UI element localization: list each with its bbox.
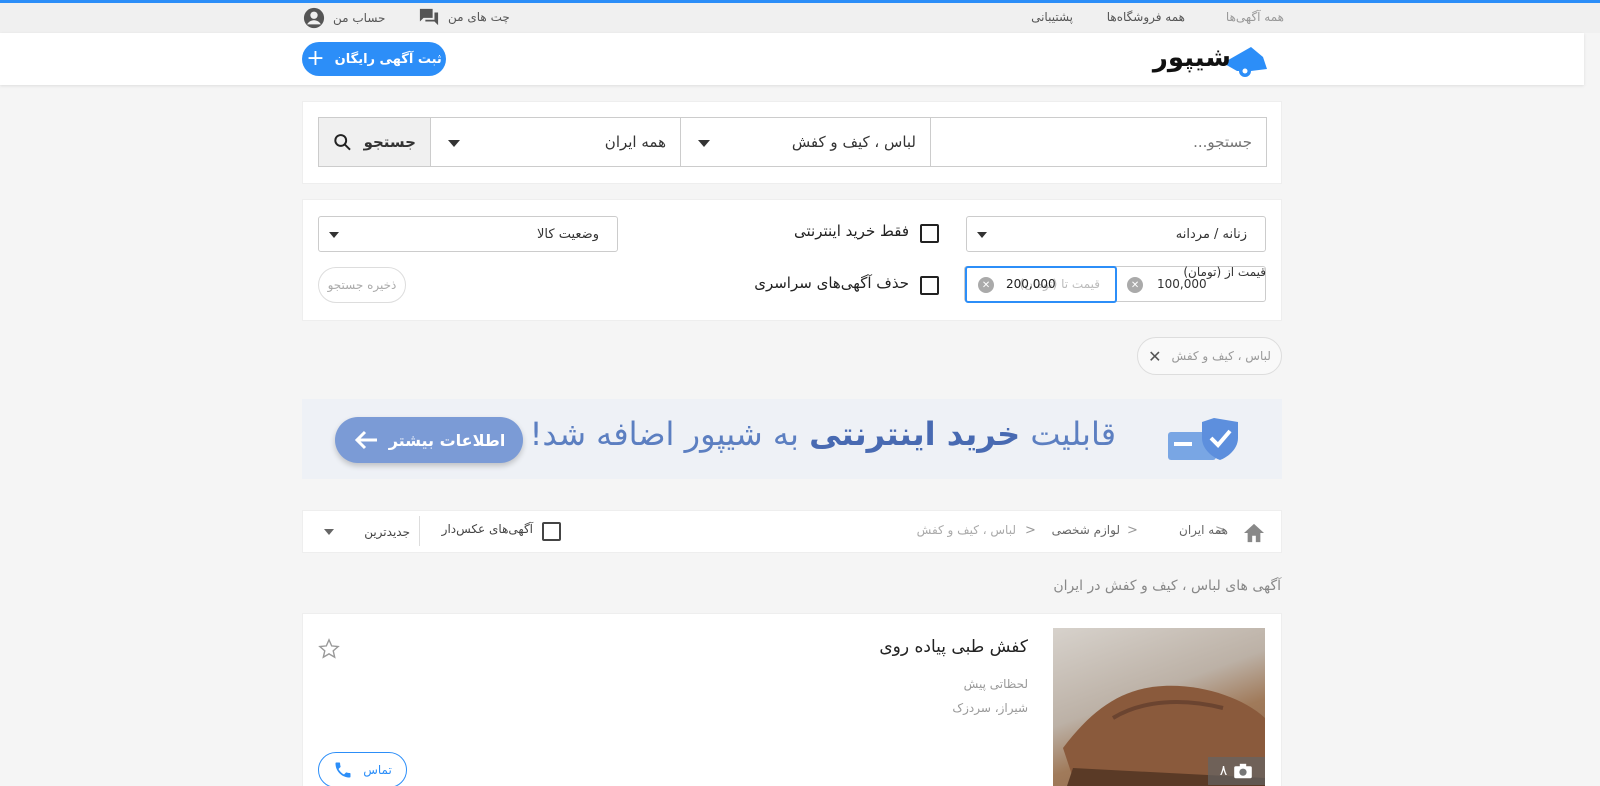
banner-text: قابلیت خرید اینترنتی به شیپور اضافه شد! (530, 415, 1116, 453)
remove-nationwide-label: حذف آگهی‌های سراسری (754, 274, 909, 292)
chats-link[interactable]: چت های من (418, 7, 510, 27)
plus-icon: + (306, 46, 325, 71)
search-button[interactable]: جستجو (318, 117, 431, 167)
clear-price-to-icon[interactable]: ✕ (978, 277, 994, 293)
listing-title[interactable]: کفش طبی پیاده روی (879, 637, 1028, 657)
support-link[interactable]: پشتیبانی (1031, 10, 1073, 24)
chevron-down-icon (448, 140, 460, 147)
camera-icon (1234, 763, 1253, 779)
remove-nationwide-checkbox[interactable] (920, 276, 939, 295)
breadcrumb-item[interactable]: همه ایران (1179, 523, 1228, 537)
all-ads-link[interactable]: همه آگهی‌ها (1226, 10, 1284, 24)
more-info-label: اطلاعات بیشتر (388, 430, 506, 450)
location-select[interactable]: همه ایران (430, 117, 681, 167)
shield-card-icon (1168, 418, 1238, 460)
banner-text-bold: خرید اینترنتی (809, 415, 1021, 453)
account-label: حساب من (333, 11, 386, 25)
contact-button[interactable]: تماس (318, 752, 407, 786)
all-stores-link[interactable]: همه فروشگاه‌ها (1107, 10, 1185, 24)
listing-time: لحظاتی پیش (963, 677, 1028, 691)
search-input[interactable] (930, 117, 1267, 167)
phone-icon (335, 762, 351, 778)
chat-icon (419, 8, 439, 26)
online-only-label: فقط خرید اینترنتی (793, 222, 909, 240)
condition-select[interactable]: وضعیت کالا (318, 216, 618, 252)
close-icon[interactable]: ✕ (1148, 347, 1161, 366)
arrow-left-icon (354, 430, 377, 450)
chevron-down-icon (324, 529, 334, 535)
photo-count-badge: ۸ (1208, 757, 1265, 785)
photo-count-value: ۸ (1219, 763, 1228, 779)
chevron-down-icon (698, 140, 710, 147)
gender-select[interactable]: زنانه / مردانه (966, 216, 1266, 252)
top-bar: همه آگهی‌ها همه فروشگاه‌ها پشتیبانی چت ه… (0, 3, 1600, 33)
price-to-value: 200,000 (1006, 277, 1056, 291)
category-select[interactable]: لباس ، کیف و کفش (680, 117, 931, 167)
sort-select[interactable]: جدیدترین (324, 522, 410, 542)
contact-label: تماس (363, 763, 392, 777)
post-ad-button[interactable]: ثبت آگهی رایگان + (302, 42, 446, 76)
clear-price-from-icon[interactable]: ✕ (1127, 277, 1143, 293)
photo-only-checkbox[interactable] (542, 522, 561, 541)
banner-text-post: به شیپور اضافه شد! (529, 415, 810, 453)
condition-value: وضعیت کالا (537, 226, 599, 242)
save-search-button[interactable]: ذخیره جستجو (318, 267, 406, 303)
gender-value: زنانه / مردانه (1175, 226, 1247, 242)
divider (419, 516, 420, 546)
banner-text-pre: قابلیت (1020, 415, 1116, 453)
sheypoor-logo[interactable]: شیپور (1141, 41, 1271, 81)
more-info-button[interactable]: اطلاعات بیشتر (335, 417, 523, 463)
search-icon (334, 134, 351, 151)
chevron-down-icon (977, 232, 987, 238)
category-value: لباس ، کیف و کفش (791, 133, 916, 151)
price-from-value: 100,000 (1157, 277, 1207, 291)
online-only-checkbox[interactable] (920, 224, 939, 243)
listing-location: شیراز، سردزک (952, 701, 1028, 715)
chevron-down-icon (329, 232, 339, 238)
search-button-label: جستجو (363, 133, 416, 151)
home-icon[interactable] (1243, 523, 1265, 543)
chevron-left-icon: < (1025, 523, 1036, 538)
header: شیپور ثبت آگهی رایگان + (0, 33, 1584, 85)
chevron-left-icon: < (1127, 523, 1138, 538)
sort-value: جدیدترین (364, 525, 410, 539)
photo-only-label: آگهی‌های عکس‌دار (441, 522, 533, 536)
breadcrumb-item: لباس ، کیف و کفش (916, 523, 1016, 537)
results-title: آگهی های لباس ، کیف و کفش در ایران (1053, 578, 1281, 594)
logo-text: شیپور (1152, 43, 1231, 73)
chip-label: لباس ، کیف و کفش (1171, 349, 1271, 363)
breadcrumb-item[interactable]: لوازم شخصی (1052, 523, 1120, 537)
star-icon[interactable] (318, 638, 340, 660)
post-ad-label: ثبت آگهی رایگان (334, 51, 442, 67)
chats-label: چت های من (448, 10, 510, 24)
location-value: همه ایران (604, 133, 666, 151)
account-link[interactable]: حساب من (303, 7, 385, 29)
user-icon (303, 7, 325, 29)
category-filter-chip: لباس ، کیف و کفش ✕ (1137, 337, 1282, 375)
